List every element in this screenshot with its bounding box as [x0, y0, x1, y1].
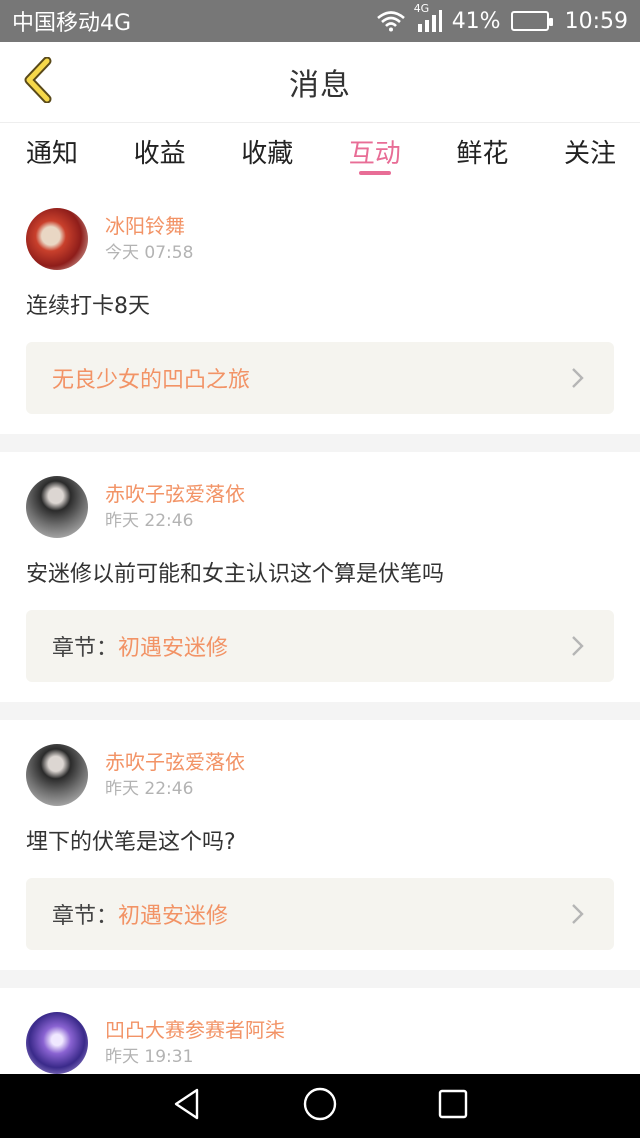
page-title: 消息 — [289, 68, 351, 103]
ref-title: 初遇安迷修 — [118, 636, 229, 661]
username[interactable]: 赤吹子弦爱落依 — [105, 481, 245, 507]
circle-home-icon — [302, 1086, 338, 1126]
clock: 10:59 — [564, 8, 628, 34]
chapter-link[interactable]: 章节：初遇安迷修 — [26, 610, 614, 682]
chapter-link[interactable]: 章节：初遇安迷修 — [26, 878, 614, 950]
username[interactable]: 凹凸大赛参赛者阿柒 — [105, 1017, 285, 1043]
tab-favorites[interactable]: 收藏 — [241, 123, 293, 185]
nav-recents-button[interactable] — [429, 1082, 477, 1130]
message-card: 冰阳铃舞 今天 07:58 连续打卡8天 无良少女的凹凸之旅 — [0, 184, 640, 434]
timestamp: 昨天 19:31 — [105, 1047, 194, 1067]
square-recents-icon — [437, 1088, 469, 1124]
ref-label: 章节：初遇安迷修 — [52, 898, 228, 930]
message-text: 埋下的伏笔是这个吗? — [26, 830, 236, 855]
message-card: 赤吹子弦爱落依 昨天 22:46 埋下的伏笔是这个吗? 章节：初遇安迷修 — [0, 720, 640, 970]
message-card: 赤吹子弦爱落依 昨天 22:46 安迷修以前可能和女主认识这个算是伏笔吗 章节：… — [0, 452, 640, 702]
nav-back-button[interactable] — [163, 1082, 211, 1130]
avatar[interactable] — [26, 476, 88, 538]
message-card: 凹凸大赛参赛者阿柒 昨天 19:31 — [0, 988, 640, 1074]
network-type-label: 4G — [413, 2, 430, 15]
message-text: 连续打卡8天 — [26, 294, 150, 319]
battery-percent: 41% — [451, 8, 501, 34]
avatar[interactable] — [26, 208, 88, 270]
signal-icon: 4G — [414, 2, 442, 32]
timestamp: 昨天 22:46 — [105, 511, 194, 531]
back-button[interactable] — [14, 56, 62, 108]
tab-follow[interactable]: 关注 — [564, 123, 616, 185]
message-text: 安迷修以前可能和女主认识这个算是伏笔吗 — [26, 562, 445, 587]
wifi-icon — [376, 10, 406, 32]
chevron-right-icon — [568, 902, 586, 926]
book-link[interactable]: 无良少女的凹凸之旅 — [26, 342, 614, 414]
timestamp: 今天 07:58 — [105, 243, 194, 263]
message-feed[interactable]: 冰阳铃舞 今天 07:58 连续打卡8天 无良少女的凹凸之旅 赤吹子弦爱落依 昨… — [0, 184, 640, 1074]
carrier-label: 中国移动4G — [12, 11, 132, 36]
status-bar: 中国移动4G 4G 41% 10:59 — [0, 0, 640, 42]
ref-label: 无良少女的凹凸之旅 — [52, 362, 250, 394]
triangle-back-icon — [171, 1087, 203, 1125]
status-icons: 4G 41% 10:59 — [376, 2, 628, 34]
battery-icon — [510, 11, 553, 31]
tab-flowers[interactable]: 鲜花 — [456, 123, 508, 185]
username[interactable]: 冰阳铃舞 — [105, 213, 193, 239]
chevron-right-icon — [568, 634, 586, 658]
tab-bar: 通知 收益 收藏 互动 鲜花 关注 — [0, 122, 640, 184]
ref-prefix: 章节： — [52, 636, 119, 661]
app-header: 消息 — [0, 42, 640, 122]
avatar[interactable] — [26, 744, 88, 806]
ref-title: 无良少女的凹凸之旅 — [52, 368, 251, 393]
tab-notice[interactable]: 通知 — [26, 123, 78, 185]
chevron-right-icon — [568, 366, 586, 390]
tab-interaction[interactable]: 互动 — [349, 123, 401, 185]
username[interactable]: 赤吹子弦爱落依 — [105, 749, 245, 775]
ref-title: 初遇安迷修 — [118, 904, 229, 929]
ref-label: 章节：初遇安迷修 — [52, 630, 228, 662]
chevron-left-icon — [21, 56, 55, 107]
ref-prefix: 章节： — [52, 904, 119, 929]
timestamp: 昨天 22:46 — [105, 779, 194, 799]
nav-home-button[interactable] — [296, 1082, 344, 1130]
tab-earnings[interactable]: 收益 — [134, 123, 186, 185]
avatar[interactable] — [26, 1012, 88, 1074]
system-nav-bar — [0, 1074, 640, 1138]
